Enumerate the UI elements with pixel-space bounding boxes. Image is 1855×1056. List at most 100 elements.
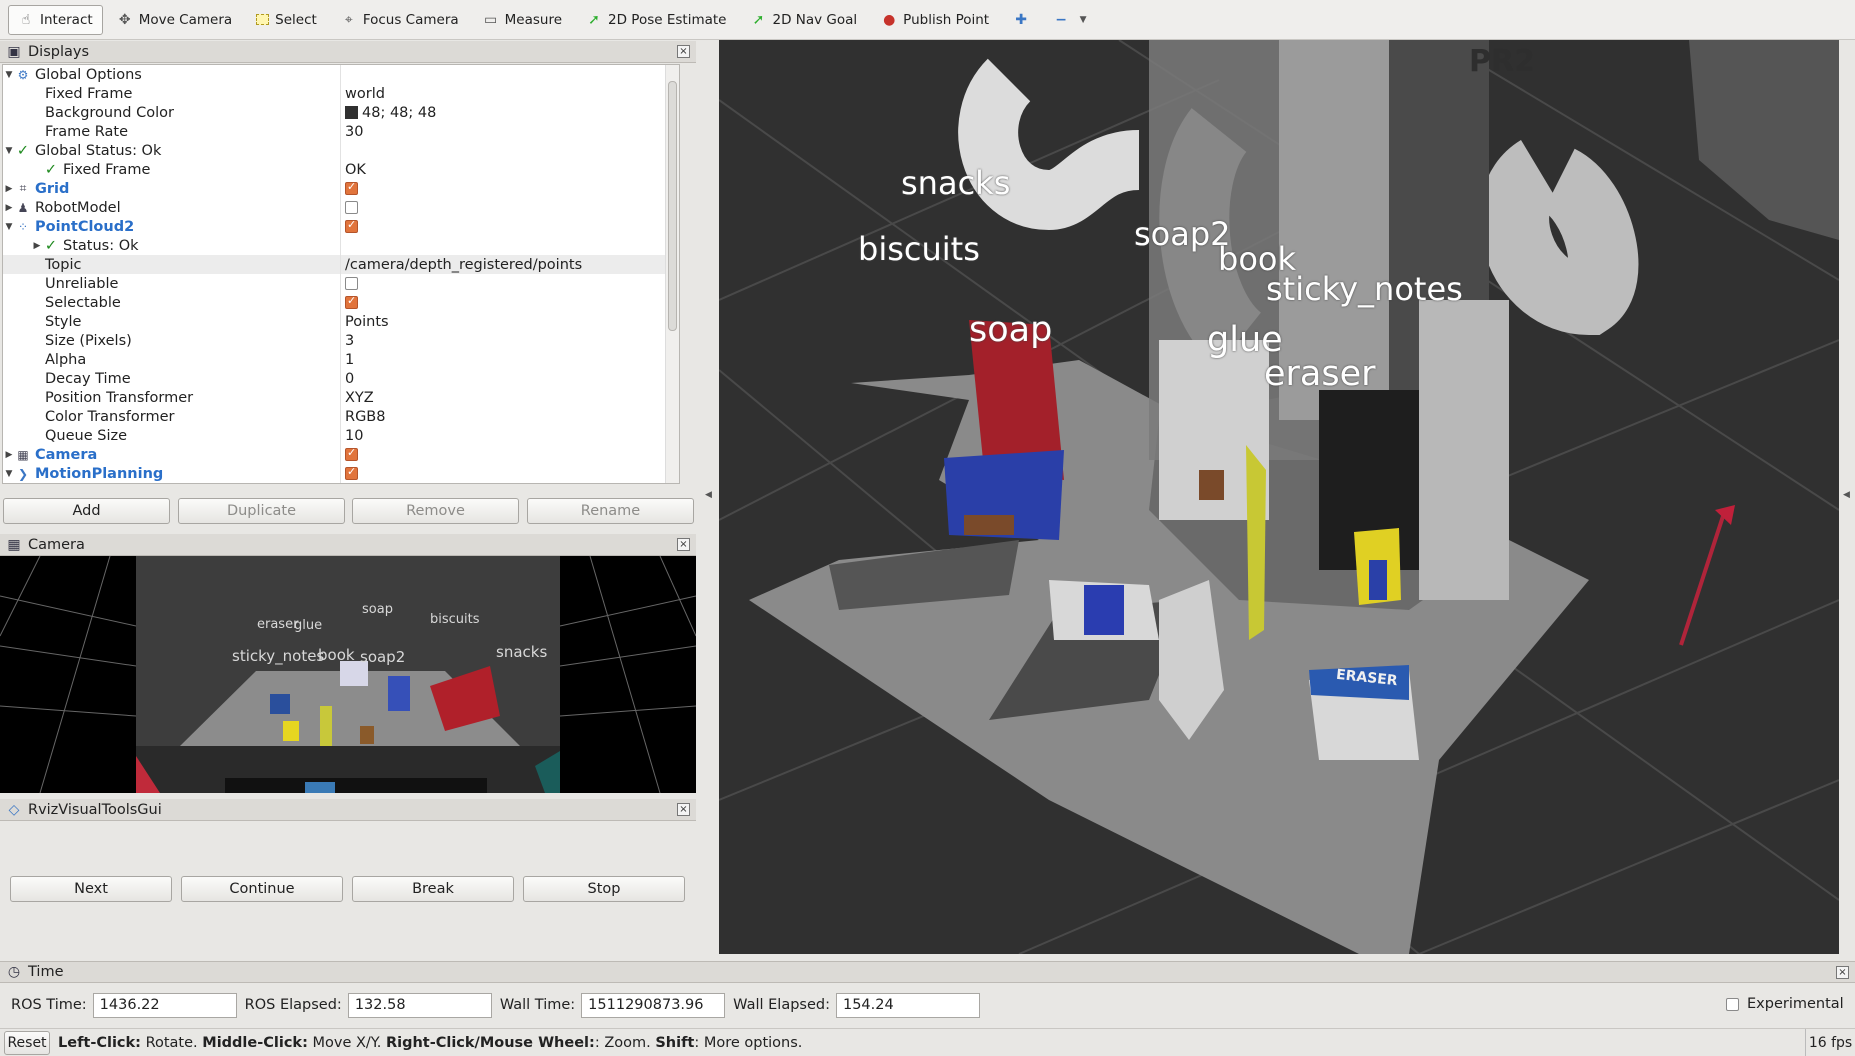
tree-row-fixed-frame-status[interactable]: ✓ Fixed Frame OK xyxy=(3,160,679,179)
scene-3d xyxy=(719,40,1839,954)
experimental-checkbox[interactable] xyxy=(1726,998,1739,1011)
label-soap2: soap2 xyxy=(1134,215,1231,253)
reset-button[interactable]: Reset xyxy=(4,1030,50,1055)
tree-row-pointcloud2[interactable]: ▼ ⁘ PointCloud2 xyxy=(3,217,679,236)
tree-row-status-ok[interactable]: ▶ ✓ Status: Ok xyxy=(3,236,679,255)
ros-time-field[interactable]: 1436.22 xyxy=(92,992,237,1018)
displays-scrollbar[interactable] xyxy=(665,65,679,483)
tree-row-decay-time[interactable]: Decay Time 0 xyxy=(3,369,679,388)
camera-scene xyxy=(0,556,696,793)
wall-elapsed-field[interactable]: 154.24 xyxy=(835,992,980,1018)
collapse-right-icon[interactable]: ◀ xyxy=(1843,490,1850,500)
tree-row-color-transformer[interactable]: Color Transformer RGB8 xyxy=(3,407,679,426)
tree-row-alpha[interactable]: Alpha 1 xyxy=(3,350,679,369)
tree-row-background-color[interactable]: Background Color 48; 48; 48 xyxy=(3,103,679,122)
tree-row-global-status[interactable]: ▼ ✓ Global Status: Ok xyxy=(3,141,679,160)
tree-row-global-options[interactable]: ▼ ⚙ Global Options xyxy=(3,65,679,84)
checkmark-icon: ✓ xyxy=(44,161,58,178)
camera-label-soap2: soap2 xyxy=(360,648,406,666)
expand-arrow-icon[interactable]: ▼ xyxy=(3,222,15,232)
tree-row-queue-size[interactable]: Queue Size 10 xyxy=(3,426,679,445)
camera-label-sticky-notes: sticky_notes xyxy=(232,647,325,665)
clock-icon: ◷ xyxy=(7,964,21,980)
tool-2d-pose-estimate[interactable]: ➚ 2D Pose Estimate xyxy=(576,5,736,35)
camera-label-soap: soap xyxy=(362,602,393,617)
expand-arrow-icon[interactable]: ▼ xyxy=(3,146,15,156)
grid-icon: ⌗ xyxy=(19,181,27,195)
tree-row-unreliable[interactable]: Unreliable xyxy=(3,274,679,293)
tool-select[interactable]: Select xyxy=(246,5,327,35)
close-icon[interactable]: × xyxy=(677,45,690,58)
plus-icon: ✚ xyxy=(1015,11,1027,28)
status-bar: Reset Left-Click: Rotate. Middle-Click: … xyxy=(0,1028,1855,1056)
tree-row-robotmodel[interactable]: ▶ ♟ RobotModel xyxy=(3,198,679,217)
green-arrow-icon: ➚ xyxy=(752,11,765,28)
tool-focus-camera[interactable]: ⌖ Focus Camera xyxy=(331,5,469,35)
expand-arrow-icon[interactable]: ▼ xyxy=(3,70,15,80)
expand-arrow-icon[interactable]: ▶ xyxy=(31,241,43,251)
robotmodel-enabled-checkbox[interactable] xyxy=(345,201,358,214)
label-snacks: snacks xyxy=(901,164,1011,202)
right-panel-splitter[interactable]: ◀ xyxy=(1839,40,1855,954)
remove-display-button[interactable]: Remove xyxy=(352,498,519,524)
time-fields: ROS Time: 1436.22 ROS Elapsed: 132.58 Wa… xyxy=(0,988,1855,1022)
color-swatch[interactable] xyxy=(345,106,358,119)
camera-label-book: book xyxy=(318,646,355,664)
close-icon[interactable]: × xyxy=(677,538,690,551)
tool-interact[interactable]: ☝ Interact xyxy=(8,4,103,35)
tree-row-topic[interactable]: Topic /camera/depth_registered/points xyxy=(3,255,679,274)
wall-elapsed-label: Wall Elapsed: xyxy=(733,997,830,1013)
checkmark-icon: ✓ xyxy=(44,237,58,254)
tool-2d-nav-goal[interactable]: ➚ 2D Nav Goal xyxy=(741,5,868,35)
camera-icon: ▦ xyxy=(7,536,21,553)
expand-arrow-icon[interactable]: ▶ xyxy=(3,184,15,194)
break-button[interactable]: Break xyxy=(352,876,514,902)
camera-enabled-checkbox[interactable] xyxy=(345,446,358,461)
remove-tool-menu[interactable]: − ▼ xyxy=(1043,5,1101,35)
rviz-visual-tools-title: ◇ RvizVisualToolsGui × xyxy=(0,799,696,821)
panel-splitter[interactable]: ◀ xyxy=(700,40,719,954)
motionplanning-enabled-checkbox[interactable] xyxy=(345,465,358,480)
tree-row-frame-rate[interactable]: Frame Rate 30 xyxy=(3,122,679,141)
expand-arrow-icon[interactable]: ▶ xyxy=(3,450,15,460)
add-display-button[interactable]: Add xyxy=(3,498,170,524)
wall-time-field[interactable]: 1511290873.96 xyxy=(581,992,726,1018)
tree-row-selectable[interactable]: Selectable xyxy=(3,293,679,312)
tool-publish-point[interactable]: ● Publish Point xyxy=(871,5,999,35)
tool-measure[interactable]: ▭ Measure xyxy=(473,5,572,35)
close-icon[interactable]: × xyxy=(1836,966,1849,979)
camera-image-view[interactable]: eraser glue soap biscuits sticky_notes b… xyxy=(0,556,696,793)
checkmark-icon: ✓ xyxy=(16,142,30,159)
collapse-left-icon[interactable]: ◀ xyxy=(705,490,712,500)
pointcloud-icon: ⁘ xyxy=(17,219,29,234)
pointcloud2-enabled-checkbox[interactable] xyxy=(345,218,358,233)
close-icon[interactable]: × xyxy=(677,803,690,816)
continue-button[interactable]: Continue xyxy=(181,876,343,902)
tree-row-position-transformer[interactable]: Position Transformer XYZ xyxy=(3,388,679,407)
tree-row-size-pixels[interactable]: Size (Pixels) 3 xyxy=(3,331,679,350)
next-button[interactable]: Next xyxy=(10,876,172,902)
rename-display-button[interactable]: Rename xyxy=(527,498,694,524)
ros-time-label: ROS Time: xyxy=(11,997,87,1013)
expand-arrow-icon[interactable]: ▶ xyxy=(3,203,15,213)
stop-button[interactable]: Stop xyxy=(523,876,685,902)
render-viewport[interactable]: snacks biscuits soap2 book sticky_notes … xyxy=(719,40,1839,954)
expand-arrow-icon[interactable]: ▼ xyxy=(3,469,15,479)
tree-row-style[interactable]: Style Points xyxy=(3,312,679,331)
label-biscuits: biscuits xyxy=(858,230,980,268)
add-tool-button[interactable]: ✚ xyxy=(1003,5,1039,35)
move-camera-icon: ✥ xyxy=(118,11,131,28)
ros-elapsed-field[interactable]: 132.58 xyxy=(347,992,492,1018)
selectable-checkbox[interactable] xyxy=(345,294,358,309)
tree-row-fixed-frame[interactable]: Fixed Frame world xyxy=(3,84,679,103)
experimental-label: Experimental xyxy=(1747,996,1844,1012)
tree-row-camera[interactable]: ▶ ▦ Camera xyxy=(3,445,679,464)
hand-icon: ☝ xyxy=(21,11,31,28)
tree-row-grid[interactable]: ▶ ⌗ Grid xyxy=(3,179,679,198)
scrollbar-thumb[interactable] xyxy=(668,81,677,331)
tool-move-camera[interactable]: ✥ Move Camera xyxy=(107,5,242,35)
grid-enabled-checkbox[interactable] xyxy=(345,180,358,195)
duplicate-display-button[interactable]: Duplicate xyxy=(178,498,345,524)
unreliable-checkbox[interactable] xyxy=(345,277,358,290)
tree-row-motionplanning[interactable]: ▼ ❯ MotionPlanning xyxy=(3,464,679,483)
